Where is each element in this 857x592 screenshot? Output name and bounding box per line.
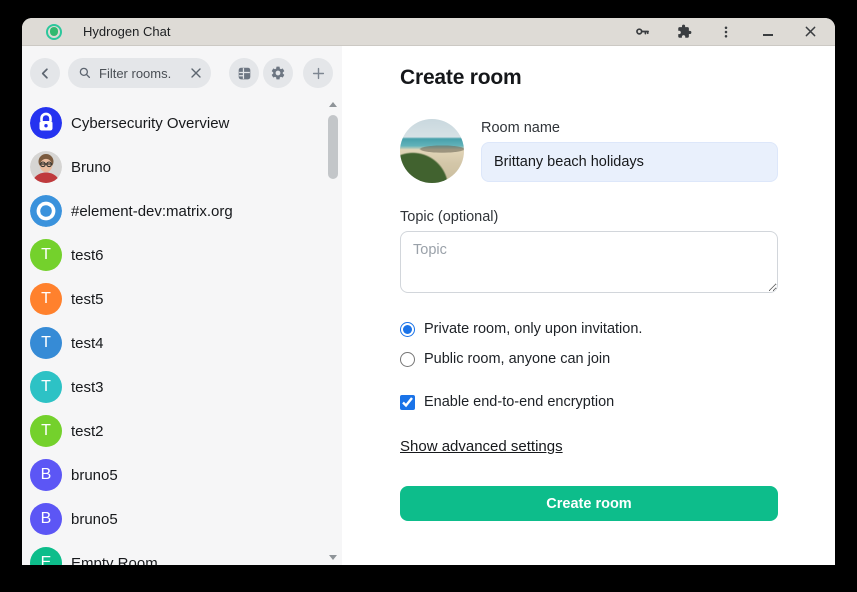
room-avatar[interactable] xyxy=(400,119,464,183)
public-room-label: Public room, anyone can join xyxy=(424,351,610,367)
search-icon xyxy=(78,66,92,80)
add-room-button[interactable] xyxy=(303,58,333,88)
minimize-icon[interactable] xyxy=(759,23,777,41)
encryption-checkbox[interactable] xyxy=(400,395,415,410)
privacy-options: Private room, only upon invitation. Publ… xyxy=(400,314,778,374)
room-list: Cybersecurity Overview Bruno #element-dev:… xyxy=(22,100,342,565)
page-title: Create room xyxy=(400,66,778,90)
private-room-label: Private room, only upon invitation. xyxy=(424,321,642,337)
room-name: Cybersecurity Overview xyxy=(71,115,229,132)
photo-avatar-icon xyxy=(30,151,62,183)
room-list-item[interactable]: Bbruno5 xyxy=(22,497,342,541)
filter-rooms-input[interactable]: Filter rooms. xyxy=(68,58,211,88)
private-room-radio[interactable] xyxy=(400,322,415,337)
letter-avatar: T xyxy=(30,239,62,271)
room-list-item[interactable]: Bruno xyxy=(22,145,342,189)
hydrogen-logo-icon xyxy=(46,24,62,40)
room-list-item[interactable]: Ttest2 xyxy=(22,409,342,453)
room-name: Bruno xyxy=(71,159,111,176)
letter-avatar: T xyxy=(30,371,62,403)
room-name: bruno5 xyxy=(71,511,118,528)
room-list-item[interactable]: Cybersecurity Overview xyxy=(22,101,342,145)
filter-rooms-placeholder: Filter rooms. xyxy=(99,66,191,81)
sidebar-scrollbar[interactable] xyxy=(327,102,339,560)
topic-label: Topic (optional) xyxy=(400,209,778,225)
topic-input[interactable] xyxy=(400,231,778,293)
window-title: Hydrogen Chat xyxy=(83,24,170,39)
room-list-item[interactable]: E Empty Room xyxy=(22,541,342,565)
create-room-panel: Create room Room name Topic (optional) P… xyxy=(342,46,835,565)
titlebar: Hydrogen Chat xyxy=(22,18,835,46)
room-list-item[interactable]: #element-dev:matrix.org xyxy=(22,189,342,233)
letter-avatar: T xyxy=(30,327,62,359)
letter-avatar: E xyxy=(30,547,62,565)
letter-avatar: B xyxy=(30,503,62,535)
public-room-radio[interactable] xyxy=(400,352,415,367)
room-name: #element-dev:matrix.org xyxy=(71,203,233,220)
back-button[interactable] xyxy=(30,58,60,88)
private-room-option[interactable]: Private room, only upon invitation. xyxy=(400,314,778,344)
room-list-item[interactable]: Ttest3 xyxy=(22,365,342,409)
room-name: test2 xyxy=(71,423,104,440)
extensions-icon[interactable] xyxy=(675,23,693,41)
room-list-item[interactable]: Ttest4 xyxy=(22,321,342,365)
letter-avatar: B xyxy=(30,459,62,491)
public-room-option[interactable]: Public room, anyone can join xyxy=(400,344,778,374)
letter-avatar: T xyxy=(30,415,62,447)
room-name-input[interactable] xyxy=(481,142,778,182)
room-name: test3 xyxy=(71,379,104,396)
lock-avatar-icon xyxy=(30,107,62,139)
close-icon[interactable] xyxy=(801,23,819,41)
scroll-up-icon[interactable] xyxy=(329,102,337,107)
show-advanced-settings-link[interactable]: Show advanced settings xyxy=(400,438,563,455)
element-avatar-icon xyxy=(30,195,62,227)
encryption-label: Enable end-to-end encryption xyxy=(424,394,614,410)
room-list-item[interactable]: Ttest6 xyxy=(22,233,342,277)
sidebar-toolbar: Filter rooms. xyxy=(22,46,342,100)
key-icon[interactable] xyxy=(633,23,651,41)
encryption-option[interactable]: Enable end-to-end encryption xyxy=(400,387,778,417)
create-room-button[interactable]: Create room xyxy=(400,486,778,521)
room-list-item[interactable]: Bbruno5 xyxy=(22,453,342,497)
grid-view-button[interactable] xyxy=(229,58,259,88)
room-name: test4 xyxy=(71,335,104,352)
room-list-item[interactable]: Ttest5 xyxy=(22,277,342,321)
scroll-down-icon[interactable] xyxy=(329,555,337,560)
settings-button[interactable] xyxy=(263,58,293,88)
room-name-label: Room name xyxy=(481,120,778,136)
room-name: test6 xyxy=(71,247,104,264)
app-window: Hydrogen Chat xyxy=(22,18,835,565)
sidebar: Filter rooms. Cybersecurity Overview Brun… xyxy=(22,46,342,565)
letter-avatar: T xyxy=(30,283,62,315)
room-name: test5 xyxy=(71,291,104,308)
scrollbar-thumb[interactable] xyxy=(328,115,338,179)
kebab-menu-icon[interactable] xyxy=(717,23,735,41)
room-name: Empty Room xyxy=(71,555,158,566)
clear-filter-icon[interactable] xyxy=(191,68,201,78)
room-name: bruno5 xyxy=(71,467,118,484)
